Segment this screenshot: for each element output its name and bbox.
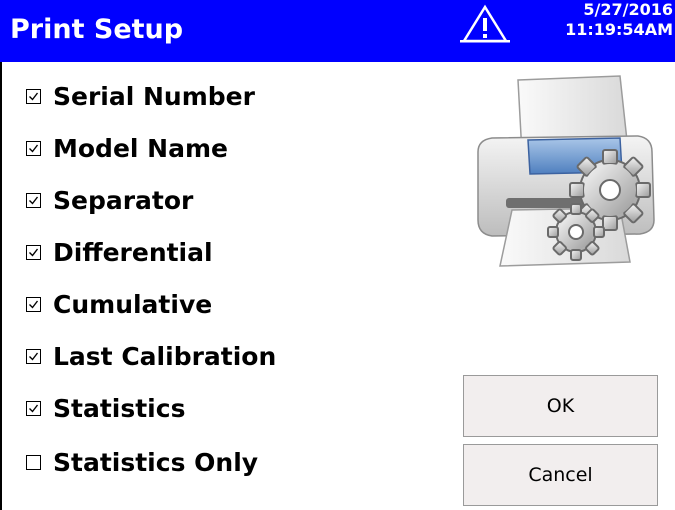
option-row[interactable]: Statistics Only bbox=[26, 442, 258, 482]
checkbox-checked[interactable] bbox=[26, 296, 41, 312]
checkbox-checked[interactable] bbox=[26, 244, 41, 260]
checkbox-checked[interactable] bbox=[26, 140, 41, 156]
option-label: Differential bbox=[53, 237, 213, 267]
option-row[interactable]: Separator bbox=[26, 180, 193, 220]
frame-border bbox=[0, 62, 2, 510]
option-label: Statistics Only bbox=[53, 447, 259, 477]
ok-button[interactable]: OK bbox=[463, 375, 658, 437]
option-row[interactable]: Model Name bbox=[26, 128, 228, 168]
option-label: Statistics bbox=[53, 393, 186, 423]
option-row[interactable]: Statistics bbox=[26, 388, 185, 428]
checkbox-unchecked[interactable] bbox=[26, 454, 41, 470]
option-label: Model Name bbox=[53, 133, 228, 163]
printer-settings-icon bbox=[470, 70, 670, 280]
checkbox-checked[interactable] bbox=[26, 192, 41, 208]
datetime-display: 5/27/2016 11:19:54AM bbox=[553, 0, 673, 40]
checkbox-checked[interactable] bbox=[26, 348, 41, 364]
page-title: Print Setup bbox=[10, 14, 184, 45]
date-text: 5/27/2016 bbox=[583, 0, 673, 19]
title-bar: Print Setup 5/27/2016 11:19:54AM bbox=[0, 0, 675, 62]
warning-triangle-icon[interactable] bbox=[458, 4, 512, 44]
option-row[interactable]: Differential bbox=[26, 232, 213, 272]
option-label: Serial Number bbox=[53, 81, 255, 111]
option-label: Last Calibration bbox=[53, 341, 277, 371]
checkbox-checked[interactable] bbox=[26, 400, 41, 416]
option-label: Separator bbox=[53, 185, 194, 215]
checkbox-checked[interactable] bbox=[26, 88, 41, 104]
time-text: 11:19:54AM bbox=[565, 20, 673, 39]
option-row[interactable]: Serial Number bbox=[26, 76, 255, 116]
option-row[interactable]: Last Calibration bbox=[26, 336, 276, 376]
option-row[interactable]: Cumulative bbox=[26, 284, 212, 324]
cancel-button[interactable]: Cancel bbox=[463, 444, 658, 506]
option-label: Cumulative bbox=[53, 289, 213, 319]
